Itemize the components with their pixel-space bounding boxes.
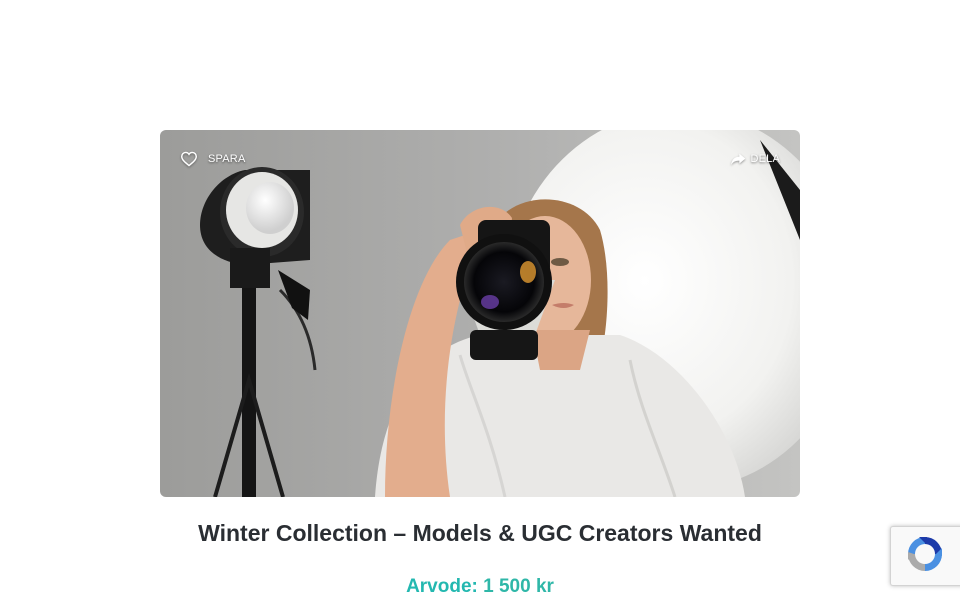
share-arrow-icon [730, 152, 746, 166]
save-button[interactable]: SPARA [180, 150, 245, 168]
share-label: DELA [750, 153, 780, 165]
fee-label: Arvode: [406, 576, 478, 597]
save-label: SPARA [208, 153, 246, 165]
recaptcha-badge[interactable] [890, 526, 960, 586]
heart-outline-icon [180, 151, 198, 167]
fee-value: 1 500 kr [483, 576, 554, 597]
fee-line: Arvode: 1 500 kr [0, 576, 960, 598]
share-button[interactable]: DELA [730, 150, 780, 168]
recaptcha-logo-icon [904, 533, 946, 580]
listing-title: Winter Collection – Models & UGC Creator… [198, 520, 762, 546]
listing-hero-image: SPARA DELA [160, 130, 800, 497]
photographer-studio-photo [160, 130, 800, 497]
